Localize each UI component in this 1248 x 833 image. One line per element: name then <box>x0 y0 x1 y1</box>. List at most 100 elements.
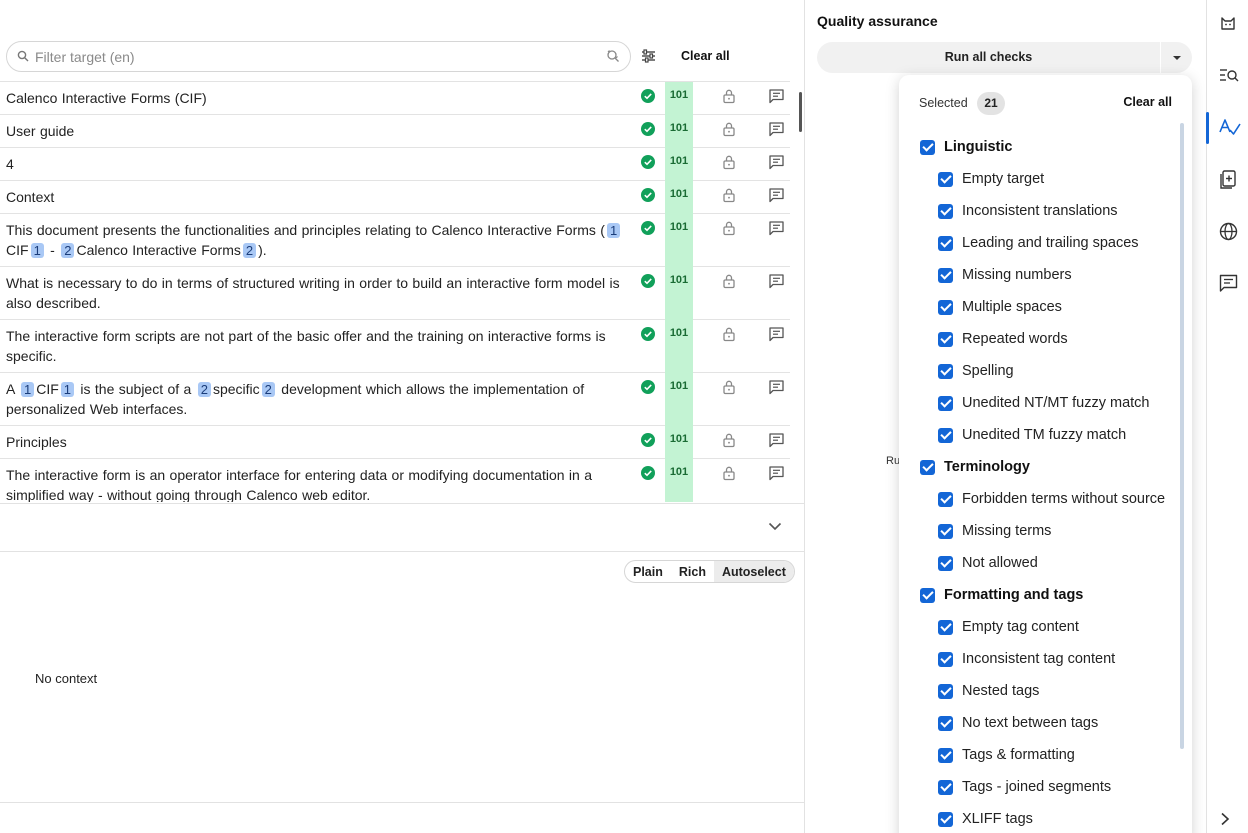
check-item[interactable]: Missing terms <box>899 515 1179 547</box>
checkbox[interactable] <box>938 331 953 347</box>
inline-tag[interactable]: 1 <box>20 382 35 397</box>
filter-target-input[interactable] <box>35 46 595 68</box>
clear-selection-button[interactable]: Clear all <box>1123 95 1172 109</box>
segment-row[interactable]: This document presents the functionaliti… <box>0 214 790 267</box>
lock-icon[interactable] <box>722 154 736 170</box>
checkbox[interactable] <box>920 459 935 475</box>
inline-tag[interactable]: 2 <box>242 243 257 258</box>
checkbox[interactable] <box>938 683 953 699</box>
check-item[interactable]: Nested tags <box>899 675 1179 707</box>
check-item[interactable]: Tags - joined segments <box>899 771 1179 803</box>
comment-icon[interactable] <box>769 155 784 170</box>
check-item[interactable]: Inconsistent tag content <box>899 643 1179 675</box>
check-item[interactable]: Spelling <box>899 355 1179 387</box>
segment-row[interactable]: The interactive form is an operator inte… <box>0 459 790 502</box>
checkbox[interactable] <box>938 395 953 411</box>
checkbox[interactable] <box>920 587 935 603</box>
lock-icon[interactable] <box>722 326 736 342</box>
check-item[interactable]: Unedited TM fuzzy match <box>899 419 1179 451</box>
check-item[interactable]: No text between tags <box>899 707 1179 739</box>
context-mode-autoselect[interactable]: Autoselect <box>713 561 794 582</box>
segment-scrollbar[interactable] <box>799 92 802 132</box>
lock-icon[interactable] <box>722 432 736 448</box>
rail-document-button[interactable] <box>1207 160 1248 200</box>
segment-row[interactable]: 4 101 <box>0 148 790 181</box>
checkbox[interactable] <box>920 139 935 155</box>
comment-icon[interactable] <box>769 221 784 236</box>
context-panel-header[interactable] <box>0 503 804 552</box>
check-item[interactable]: Leading and trailing spaces <box>899 227 1179 259</box>
comment-icon[interactable] <box>769 380 784 395</box>
comment-icon[interactable] <box>769 466 784 481</box>
inline-tag[interactable]: 1 <box>606 223 621 238</box>
check-item[interactable]: Missing numbers <box>899 259 1179 291</box>
check-group-terminology[interactable]: Terminology <box>899 451 1179 483</box>
lock-icon[interactable] <box>722 220 736 236</box>
check-item[interactable]: Repeated words <box>899 323 1179 355</box>
segment-row[interactable]: What is necessary to do in terms of stru… <box>0 267 790 320</box>
search-options-icon[interactable] <box>606 49 620 63</box>
checkbox[interactable] <box>938 491 953 507</box>
rail-expand-button[interactable] <box>1207 802 1248 833</box>
inline-tag[interactable]: 1 <box>60 382 74 397</box>
rail-globe-button[interactable] <box>1207 212 1248 252</box>
run-all-checks-button[interactable]: Run all checks <box>817 42 1160 73</box>
inline-tag[interactable]: 1 <box>30 243 44 258</box>
checkbox[interactable] <box>938 779 953 795</box>
checkbox[interactable] <box>938 267 953 283</box>
lock-icon[interactable] <box>722 273 736 289</box>
segment-row[interactable]: User guide 101 <box>0 115 790 148</box>
rail-cat-button[interactable] <box>1207 4 1248 44</box>
check-group-linguistic[interactable]: Linguistic <box>899 131 1179 163</box>
lock-icon[interactable] <box>722 88 736 104</box>
check-item[interactable]: Empty target <box>899 163 1179 195</box>
check-item[interactable]: Empty tag content <box>899 611 1179 643</box>
checkbox[interactable] <box>938 171 953 187</box>
comment-icon[interactable] <box>769 274 784 289</box>
comment-icon[interactable] <box>769 89 784 104</box>
segment-row[interactable]: A 1 CIF 1 is the subject of a 2 specific 2 d… <box>0 373 790 426</box>
context-mode-rich[interactable]: Rich <box>671 561 714 582</box>
filter-target-field[interactable] <box>6 41 631 72</box>
checkbox[interactable] <box>938 523 953 539</box>
segment-row[interactable]: Calenco Interactive Forms (CIF) 101 <box>0 82 790 115</box>
lock-icon[interactable] <box>722 379 736 395</box>
comment-icon[interactable] <box>769 433 784 448</box>
check-item[interactable]: Inconsistent translations <box>899 195 1179 227</box>
check-item[interactable]: Not allowed <box>899 547 1179 579</box>
checkbox[interactable] <box>938 203 953 219</box>
filter-settings-icon[interactable] <box>641 49 656 63</box>
clear-filter-button[interactable]: Clear all <box>681 49 730 63</box>
context-mode-plain[interactable]: Plain <box>625 561 671 582</box>
checkbox[interactable] <box>938 235 953 251</box>
check-item[interactable]: XLIFF tags <box>899 803 1179 833</box>
checkbox[interactable] <box>938 299 953 315</box>
checkbox[interactable] <box>938 427 953 443</box>
rail-comments-button[interactable] <box>1207 264 1248 304</box>
checkbox[interactable] <box>938 811 953 827</box>
checkbox[interactable] <box>938 619 953 635</box>
checkbox[interactable] <box>938 555 953 571</box>
check-item[interactable]: Unedited NT/MT fuzzy match <box>899 387 1179 419</box>
checkbox[interactable] <box>938 715 953 731</box>
checkbox[interactable] <box>938 363 953 379</box>
rail-spellcheck-button[interactable] <box>1206 108 1248 148</box>
inline-tag[interactable]: 2 <box>197 382 211 397</box>
check-item[interactable]: Tags & formatting <box>899 739 1179 771</box>
rail-search-replace-button[interactable] <box>1207 56 1248 96</box>
check-item[interactable]: Forbidden terms without source <box>899 483 1179 515</box>
check-item[interactable]: Multiple spaces <box>899 291 1179 323</box>
lock-icon[interactable] <box>722 187 736 203</box>
comment-icon[interactable] <box>769 122 784 137</box>
check-group-formatting-and-tags[interactable]: Formatting and tags <box>899 579 1179 611</box>
lock-icon[interactable] <box>722 465 736 481</box>
inline-tag[interactable]: 2 <box>261 382 275 397</box>
inline-tag[interactable]: 2 <box>61 243 75 258</box>
dropdown-scrollbar[interactable] <box>1180 123 1184 749</box>
segment-row[interactable]: Context 101 <box>0 181 790 214</box>
comment-icon[interactable] <box>769 327 784 342</box>
chevron-down-icon[interactable] <box>768 522 782 531</box>
lock-icon[interactable] <box>722 121 736 137</box>
comment-icon[interactable] <box>769 188 784 203</box>
checkbox[interactable] <box>938 651 953 667</box>
